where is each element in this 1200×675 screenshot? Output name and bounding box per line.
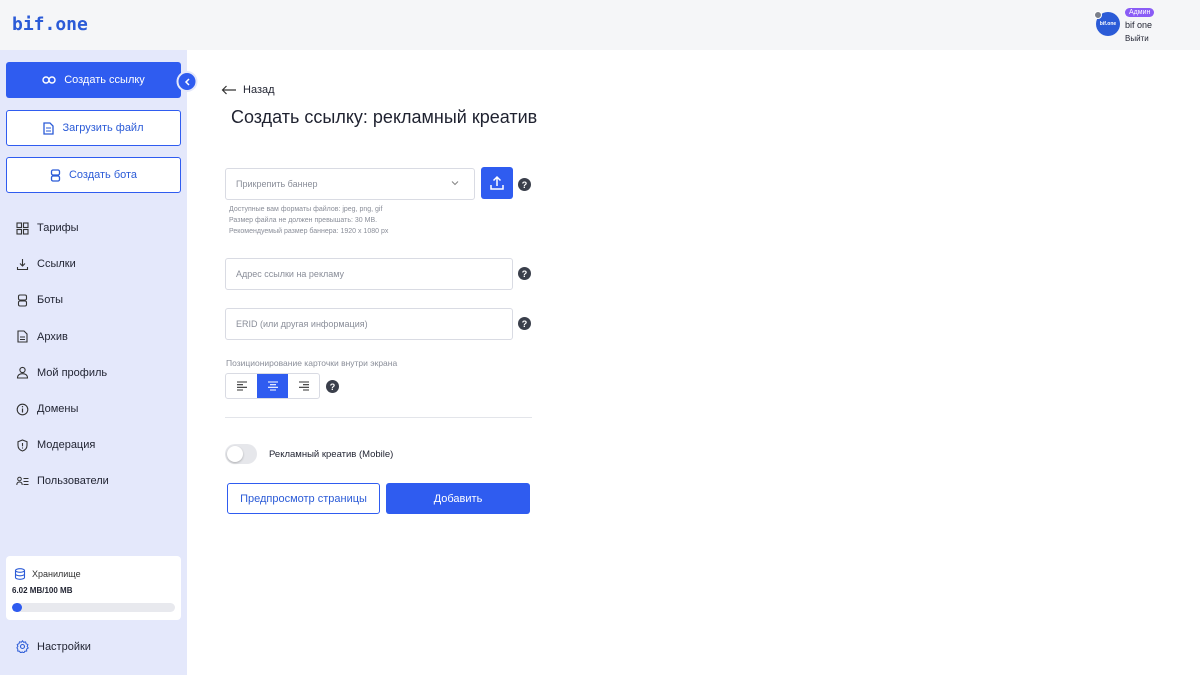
sidebar: Создать ссылку Загрузить файл Создать бо… <box>0 50 187 675</box>
sidebar-item-label: Ссылки <box>37 258 76 271</box>
align-center-icon <box>267 381 278 391</box>
file-icon <box>43 121 55 135</box>
sidebar-item-label: Пользователи <box>37 475 109 488</box>
sidebar-item-links[interactable]: Ссылки <box>16 246 109 282</box>
sidebar-item-label: Домены <box>37 403 79 416</box>
sidebar-item-profile[interactable]: Мой профиль <box>16 355 109 391</box>
collapse-sidebar-button[interactable] <box>176 71 198 92</box>
align-left-button[interactable] <box>226 374 257 398</box>
user-menu[interactable]: bif.one Админ bif one Выйти <box>1094 8 1160 46</box>
user-icon <box>16 367 29 379</box>
sidebar-item-tariffs[interactable]: Тарифы <box>16 210 109 246</box>
align-right-icon <box>298 381 309 391</box>
upload-file-button[interactable]: Загрузить файл <box>6 110 181 146</box>
align-right-button[interactable] <box>288 374 319 398</box>
positioning-label: Позиционирование карточки внутри экрана <box>226 358 398 368</box>
preview-button[interactable]: Предпросмотр страницы <box>227 483 380 514</box>
create-link-label: Создать ссылку <box>64 74 145 86</box>
storage-value: 6.02 MB/100 MB <box>12 586 73 595</box>
chevron-down-icon <box>451 181 459 186</box>
hint-line: Рекомендуемый размер баннера: 1920 x 108… <box>229 228 389 235</box>
create-bot-label: Создать бота <box>68 169 138 181</box>
document-icon <box>17 330 28 343</box>
ad-url-input[interactable]: Адрес ссылки на рекламу <box>225 258 513 290</box>
sidebar-item-label: Мой профиль <box>37 366 108 379</box>
grid-icon <box>16 222 29 235</box>
users-list-icon <box>16 476 29 485</box>
storage-card: Хранилище 6.02 MB/100 MB <box>6 556 181 620</box>
top-bar: bif.one bif.one Админ bif one Выйти <box>0 0 1200 50</box>
mobile-creative-label: Рекламный креатив (Mobile) <box>269 449 394 460</box>
toggle-knob <box>227 446 243 462</box>
banner-select[interactable]: Прикрепить баннер <box>225 168 475 200</box>
align-center-button[interactable] <box>257 374 288 398</box>
create-bot-button[interactable]: Создать бота <box>6 157 181 193</box>
storage-progress-fill <box>12 603 22 612</box>
sidebar-nav: Тарифы Ссылки Боты Архив Мой профиль Дом… <box>16 210 109 500</box>
bot-icon <box>17 294 28 307</box>
upload-file-label: Загрузить файл <box>62 122 144 134</box>
upload-banner-button[interactable] <box>481 167 513 199</box>
create-link-button[interactable]: Создать ссылку <box>6 62 181 98</box>
storage-title-label: Хранилище <box>32 569 81 579</box>
storage-progress <box>12 603 175 612</box>
add-button[interactable]: Добавить <box>386 483 530 514</box>
help-icon[interactable]: ? <box>518 178 531 191</box>
sidebar-item-moderation[interactable]: Модерация <box>16 427 109 463</box>
sidebar-item-label: Модерация <box>37 439 96 452</box>
logo[interactable]: bif.one <box>12 14 88 35</box>
back-link[interactable]: Назад <box>221 84 275 96</box>
page-title: Создать ссылку: рекламный креатив <box>231 107 538 127</box>
status-dot <box>1094 11 1102 19</box>
back-label: Назад <box>243 84 275 96</box>
erid-input[interactable]: ERID (или другая информация) <box>225 308 513 340</box>
sidebar-item-domains[interactable]: Домены <box>16 391 109 427</box>
erid-placeholder: ERID (или другая информация) <box>236 319 368 329</box>
link-icon <box>42 76 56 84</box>
link-download-icon <box>16 258 29 270</box>
info-icon <box>16 403 29 415</box>
arrow-left-icon <box>221 85 236 95</box>
banner-select-placeholder: Прикрепить баннер <box>236 179 318 189</box>
chevron-left-icon <box>184 77 190 86</box>
settings-label: Настройки <box>37 640 91 653</box>
help-icon[interactable]: ? <box>326 380 339 393</box>
database-icon <box>14 568 26 580</box>
align-left-icon <box>236 381 247 391</box>
sidebar-item-label: Архив <box>37 330 68 343</box>
mobile-creative-toggle[interactable] <box>225 444 257 464</box>
upload-icon <box>490 175 504 190</box>
file-hint: Доступные вам форматы файлов: jpeg, png,… <box>229 204 388 237</box>
divider <box>225 417 532 418</box>
bot-icon <box>50 168 61 182</box>
role-badge: Админ <box>1125 8 1155 17</box>
alignment-group <box>225 373 320 399</box>
hint-line: Размер файла не должен превышать: 30 MB. <box>229 217 378 224</box>
user-name: bif one <box>1125 20 1153 30</box>
logout-link[interactable]: Выйти <box>1125 34 1149 43</box>
shield-icon <box>17 439 28 452</box>
help-icon[interactable]: ? <box>518 267 531 280</box>
settings-link[interactable]: Настройки <box>16 640 91 653</box>
help-icon[interactable]: ? <box>518 317 531 330</box>
sidebar-item-bots[interactable]: Боты <box>16 282 109 318</box>
sidebar-item-label: Тарифы <box>37 222 79 235</box>
ad-url-placeholder: Адрес ссылки на рекламу <box>236 269 345 279</box>
hint-line: Доступные вам форматы файлов: jpeg, png,… <box>229 206 383 213</box>
sidebar-item-users[interactable]: Пользователи <box>16 463 109 499</box>
storage-title: Хранилище <box>14 568 81 580</box>
sidebar-item-archive[interactable]: Архив <box>16 319 109 355</box>
sidebar-item-label: Боты <box>37 294 64 307</box>
gear-icon <box>16 640 29 653</box>
